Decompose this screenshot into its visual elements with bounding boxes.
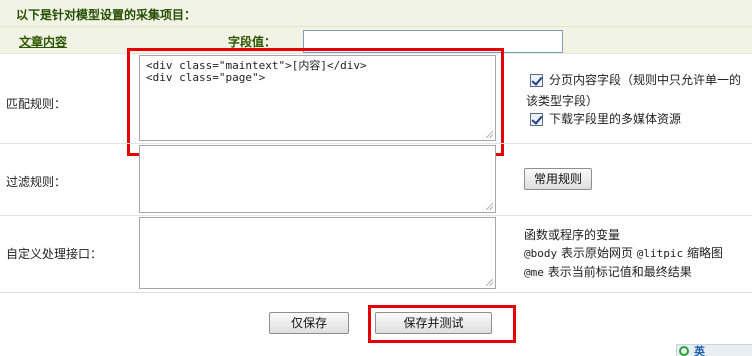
match-rule-label: 匹配规则： bbox=[6, 97, 67, 111]
help-line-body: @body 表示原始网页 @litpic 缩略图 bbox=[524, 246, 723, 260]
checkbox-checked-icon[interactable] bbox=[530, 113, 543, 126]
ime-toolbar[interactable]: 英 bbox=[676, 344, 752, 356]
row-divider bbox=[0, 143, 752, 144]
highlight-box-save-test bbox=[368, 305, 516, 343]
ime-logo-icon bbox=[679, 346, 689, 356]
help-line-me: @me 表示当前标记值和最终结果 bbox=[524, 265, 692, 279]
custom-interface-label: 自定义处理接口： bbox=[6, 247, 103, 261]
ime-language[interactable]: 英 bbox=[694, 343, 705, 356]
checkbox-checked-icon[interactable] bbox=[530, 74, 543, 87]
common-rules-button[interactable]: 常用规则 bbox=[524, 168, 592, 190]
help-title: 函数或程序的变量 bbox=[524, 228, 621, 242]
resize-grip-icon[interactable] bbox=[486, 203, 493, 210]
paginate-content-label-cont: 该类型字段） bbox=[526, 94, 599, 108]
filter-rule-textarea[interactable] bbox=[139, 145, 496, 213]
download-media-label: 下载字段里的多媒体资源 bbox=[549, 112, 682, 126]
custom-interface-textarea[interactable] bbox=[139, 217, 496, 289]
resize-grip-icon[interactable] bbox=[486, 279, 493, 286]
filter-rule-label: 过滤规则： bbox=[6, 175, 67, 189]
save-only-button[interactable]: 仅保存 bbox=[269, 312, 349, 334]
row-divider bbox=[0, 215, 752, 216]
footer-divider bbox=[0, 292, 752, 293]
paginate-content-label: 分页内容字段（规则中只允许单一的 bbox=[549, 73, 742, 87]
paginate-content-option[interactable]: 分页内容字段（规则中只允许单一的 bbox=[530, 72, 748, 89]
highlight-box-match-rule bbox=[127, 48, 504, 156]
download-media-option[interactable]: 下载字段里的多媒体资源 bbox=[530, 111, 748, 128]
section-header: 以下是针对模型设置的采集项目： bbox=[0, 0, 752, 27]
section-title: 以下是针对模型设置的采集项目： bbox=[16, 8, 197, 22]
variables-help: 函数或程序的变量 @body 表示原始网页 @litpic 缩略图 @me 表示… bbox=[524, 226, 723, 282]
field-name-link[interactable]: 文章内容 bbox=[19, 33, 67, 50]
